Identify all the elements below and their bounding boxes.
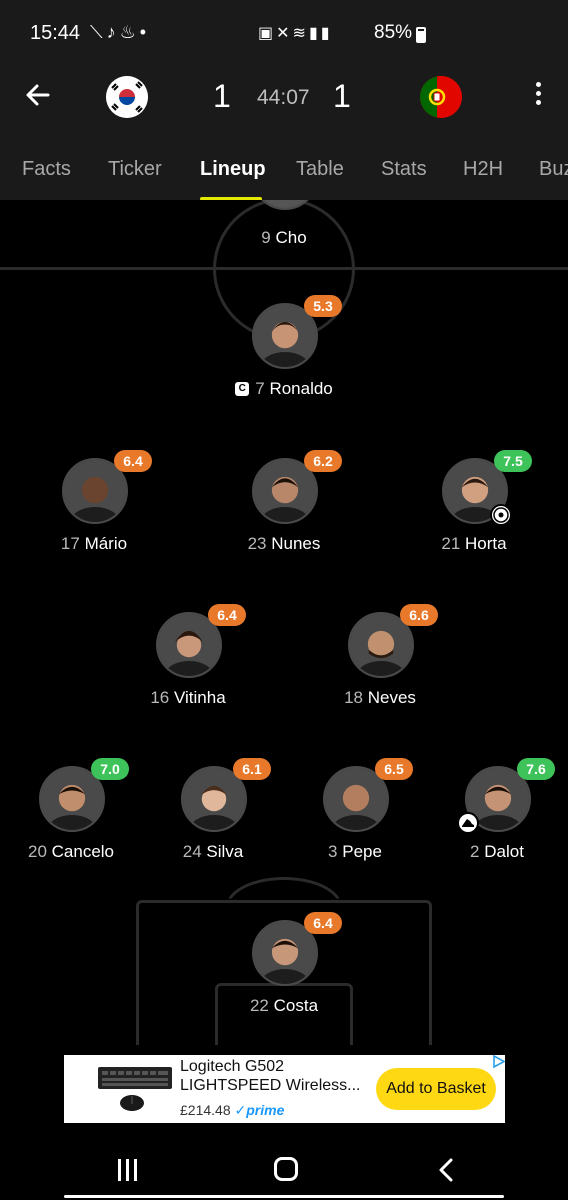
portugal-flag-icon[interactable] bbox=[420, 76, 462, 118]
player-rating-badge: 6.2 bbox=[304, 450, 342, 472]
prime-badge: ✓prime bbox=[234, 1102, 285, 1118]
player-name-label: 3 Pepe bbox=[328, 842, 382, 861]
status-bar: 15:44 ⟍♪♨• ▣✕≋▮▮ 85% bbox=[0, 0, 568, 64]
add-to-basket-button[interactable]: Add to Basket bbox=[376, 1068, 496, 1110]
lineup-pitch: 9 Cho 5.3 C7 Ronaldo 6.4 17 Mário 6.2 23… bbox=[0, 200, 568, 1045]
home-score: 1 bbox=[213, 78, 231, 114]
ad-title: Logitech G502 LIGHTSPEED Wireless... bbox=[180, 1058, 361, 1094]
goal-icon bbox=[490, 504, 512, 526]
battery-percent: 85% bbox=[374, 22, 413, 43]
player-name-label: 21 Horta bbox=[441, 534, 507, 553]
assist-boot-icon bbox=[457, 812, 479, 834]
player-name-label: 20 Cancelo bbox=[27, 842, 115, 861]
dot-icon: • bbox=[139, 22, 151, 42]
player-dalot[interactable]: 7.6 2 Dalot bbox=[417, 758, 568, 866]
player-name-label: 17 Mário bbox=[60, 534, 128, 553]
player-rating-badge: 5.3 bbox=[304, 295, 342, 317]
battery-saver-icon: ▣ bbox=[258, 25, 277, 42]
player-rating-badge: 7.5 bbox=[494, 450, 532, 472]
status-app-icons: ⟍♪♨• bbox=[90, 22, 150, 43]
player-name-label: 2 Dalot bbox=[470, 842, 524, 861]
nav-back-icon[interactable] bbox=[437, 1157, 455, 1183]
tab-facts[interactable]: Facts bbox=[22, 158, 71, 181]
opponent-player-cho[interactable]: 9 Cho bbox=[204, 200, 364, 247]
player-neves[interactable]: 6.6 18 Neves bbox=[300, 604, 460, 712]
cell-signal-icon: ▮ bbox=[308, 25, 321, 42]
battery-icon bbox=[416, 27, 426, 43]
status-system-icons: ▣✕≋▮▮ bbox=[258, 23, 333, 43]
player-pepe[interactable]: 6.5 3 Pepe bbox=[275, 758, 435, 866]
player-name-label: 23 Nunes bbox=[247, 534, 321, 553]
player-ronaldo[interactable]: 5.3 C7 Ronaldo bbox=[204, 295, 364, 403]
product-image-icon bbox=[98, 1067, 172, 1111]
captain-icon: C bbox=[235, 381, 250, 396]
status-time: 15:44 bbox=[30, 22, 81, 44]
player-silva[interactable]: 6.1 24 Silva bbox=[133, 758, 293, 866]
match-header: 1 44:07 1 Facts Ticker Lineup Table Stat… bbox=[0, 64, 568, 201]
wifi-icon: ≋ bbox=[292, 25, 309, 42]
player-name-label: C7 Ronaldo bbox=[204, 379, 364, 399]
player-rating-badge: 7.0 bbox=[91, 758, 129, 780]
player-name-label: 16 Vitinha bbox=[150, 688, 226, 707]
away-score: 1 bbox=[333, 78, 351, 114]
notification-icon: ♨ bbox=[119, 22, 140, 42]
tiktok-icon: ♪ bbox=[106, 22, 120, 42]
recent-apps-icon[interactable] bbox=[118, 1159, 138, 1181]
tab-stats[interactable]: Stats bbox=[381, 158, 427, 181]
player-mario[interactable]: 6.4 17 Mário bbox=[14, 450, 174, 558]
player-name-label: 24 Silva bbox=[182, 842, 244, 861]
home-indicator bbox=[64, 1195, 504, 1198]
player-name-label: 22 Costa bbox=[249, 996, 319, 1015]
match-clock: 44:07 bbox=[257, 86, 310, 109]
cell-signal-2-icon: ▮ bbox=[320, 25, 333, 42]
player-vitinha[interactable]: 6.4 16 Vitinha bbox=[108, 604, 268, 712]
player-horta[interactable]: 7.5 21 Horta bbox=[394, 450, 554, 558]
player-rating-badge: 6.5 bbox=[375, 758, 413, 780]
player-avatar bbox=[252, 200, 318, 210]
player-costa[interactable]: 6.4 22 Costa bbox=[204, 912, 364, 1020]
player-rating-badge: 6.4 bbox=[304, 912, 342, 934]
south-korea-flag-icon[interactable] bbox=[106, 76, 148, 118]
player-rating-badge: 6.1 bbox=[233, 758, 271, 780]
player-nunes[interactable]: 6.2 23 Nunes bbox=[204, 450, 364, 558]
ad-banner[interactable]: Logitech G502 LIGHTSPEED Wireless... £21… bbox=[64, 1055, 505, 1123]
player-name-label: 18 Neves bbox=[344, 688, 416, 707]
tab-buzz[interactable]: Buz bbox=[539, 158, 568, 181]
ad-price: £214.48 bbox=[180, 1102, 231, 1118]
tab-ticker[interactable]: Ticker bbox=[108, 158, 162, 181]
system-nav-bar bbox=[0, 1140, 568, 1200]
home-icon[interactable] bbox=[274, 1157, 298, 1181]
tab-table[interactable]: Table bbox=[296, 158, 344, 181]
ad-price-row: £214.48 ✓prime bbox=[180, 1102, 284, 1119]
player-rating-badge: 6.4 bbox=[114, 450, 152, 472]
player-name-label: 9 Cho bbox=[261, 228, 307, 247]
player-rating-badge: 7.6 bbox=[517, 758, 555, 780]
player-rating-badge: 6.6 bbox=[400, 604, 438, 626]
adchoices-icon[interactable] bbox=[492, 1055, 505, 1068]
tab-h2h[interactable]: H2H bbox=[463, 158, 503, 181]
ad-area: Logitech G502 LIGHTSPEED Wireless... £21… bbox=[0, 1045, 568, 1140]
mute-icon: ✕ bbox=[276, 25, 293, 42]
tab-lineup[interactable]: Lineup bbox=[200, 158, 266, 181]
tab-bar: Facts Ticker Lineup Table Stats H2H Buz bbox=[0, 158, 568, 200]
back-arrow-icon[interactable] bbox=[24, 81, 52, 109]
signal-app-icon: ⟍ bbox=[90, 22, 107, 42]
more-options-icon[interactable] bbox=[530, 82, 546, 110]
player-rating-badge: 6.4 bbox=[208, 604, 246, 626]
player-cancelo[interactable]: 7.0 20 Cancelo bbox=[0, 758, 151, 866]
